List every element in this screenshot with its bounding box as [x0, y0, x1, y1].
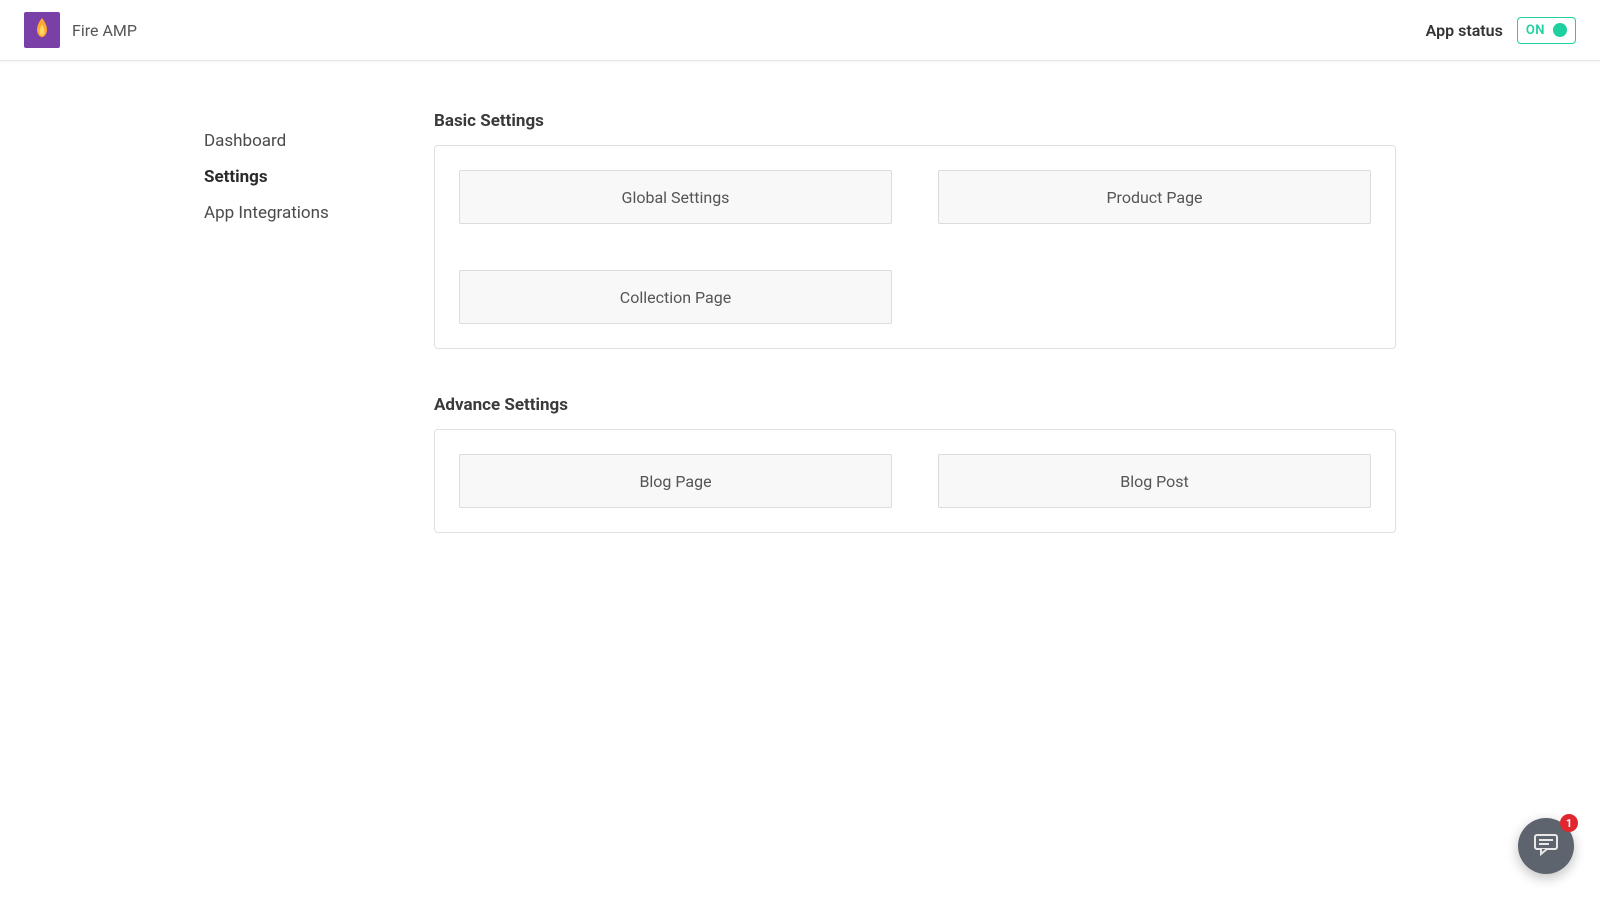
chat-icon: [1533, 832, 1559, 860]
status-indicator-icon: [1553, 23, 1567, 37]
sidebar-nav: Dashboard Settings App Integrations: [180, 111, 410, 579]
chat-widget-button[interactable]: 1: [1518, 818, 1574, 874]
app-status-toggle[interactable]: ON: [1517, 17, 1576, 44]
settings-content: Basic Settings Global Settings Product P…: [410, 111, 1420, 579]
chat-badge: 1: [1560, 814, 1578, 832]
header-right: App status ON: [1426, 17, 1576, 44]
app-header: Fire AMP App status ON: [0, 0, 1600, 61]
blog-page-tile[interactable]: Blog Page: [459, 454, 892, 508]
app-logo: [24, 12, 60, 48]
sidebar-item-app-integrations[interactable]: App Integrations: [204, 195, 410, 231]
basic-settings-title: Basic Settings: [434, 111, 1396, 131]
advance-settings-title: Advance Settings: [434, 395, 1396, 415]
product-page-tile[interactable]: Product Page: [938, 170, 1371, 224]
flame-icon: [32, 16, 52, 44]
basic-settings-box: Global Settings Product Page Collection …: [434, 145, 1396, 349]
app-status-label: App status: [1426, 21, 1503, 40]
global-settings-tile[interactable]: Global Settings: [459, 170, 892, 224]
app-name: Fire AMP: [72, 21, 137, 40]
main-content: Dashboard Settings App Integrations Basi…: [180, 61, 1420, 629]
blog-post-tile[interactable]: Blog Post: [938, 454, 1371, 508]
collection-page-tile[interactable]: Collection Page: [459, 270, 892, 324]
sidebar-item-dashboard[interactable]: Dashboard: [204, 123, 410, 159]
header-left: Fire AMP: [24, 12, 137, 48]
sidebar-item-settings[interactable]: Settings: [204, 159, 410, 195]
advance-settings-box: Blog Page Blog Post: [434, 429, 1396, 533]
status-toggle-text: ON: [1526, 23, 1545, 38]
